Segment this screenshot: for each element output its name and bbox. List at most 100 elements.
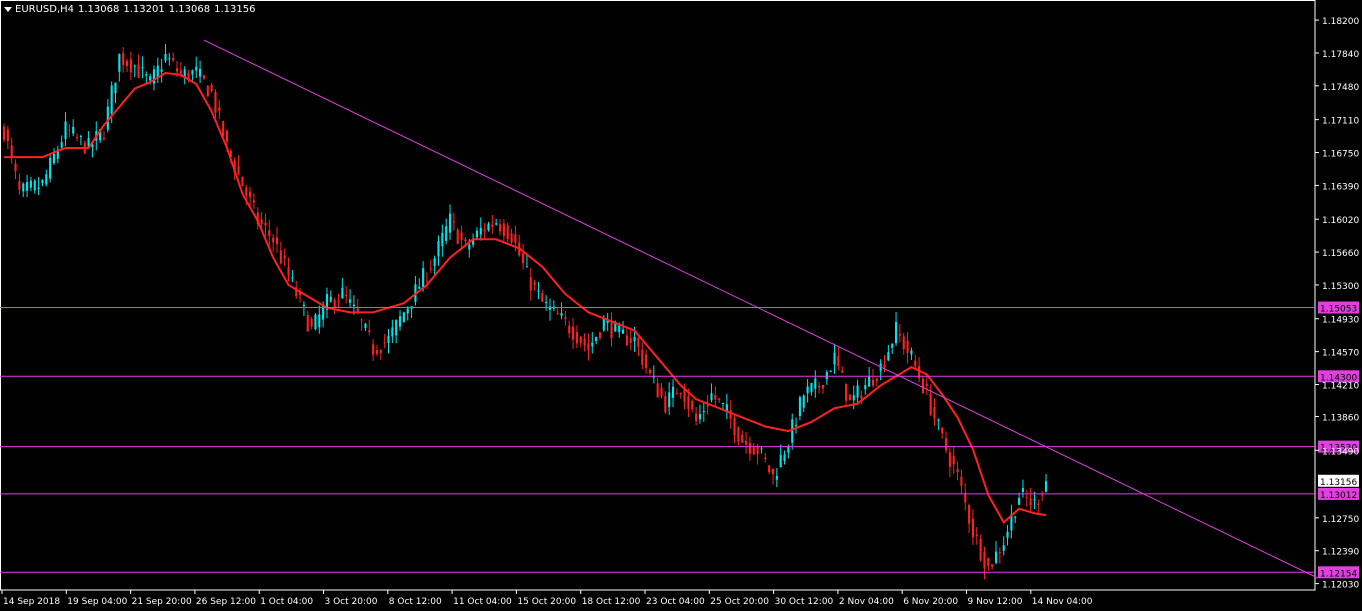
trendline[interactable] xyxy=(203,39,1319,579)
candle-body xyxy=(279,250,282,264)
candle-body xyxy=(894,322,898,344)
y-tick-label: 1.17480 xyxy=(1322,83,1359,93)
candle-body xyxy=(314,314,317,330)
candle-body xyxy=(948,452,951,467)
candle-body xyxy=(537,290,540,292)
candle-body xyxy=(556,313,559,315)
candle-body xyxy=(695,413,698,422)
drawn-lines[interactable] xyxy=(0,39,1319,579)
candle-body xyxy=(856,385,859,398)
candle-body xyxy=(648,370,652,374)
candle-body xyxy=(422,268,425,288)
candle-body xyxy=(164,53,167,61)
candle-body xyxy=(375,350,379,354)
candle-body xyxy=(802,395,805,408)
candle-body xyxy=(887,352,890,361)
candle-body xyxy=(979,538,982,560)
candle-body xyxy=(925,383,928,387)
candle-body xyxy=(268,230,271,236)
candle-body xyxy=(491,224,494,227)
y-tick-label: 1.15300 xyxy=(1322,282,1359,292)
x-tick-label: 11 Oct 04:00 xyxy=(453,597,512,607)
candle-body xyxy=(372,344,375,355)
open-price: 1.13068 xyxy=(78,4,120,15)
candle-body xyxy=(175,68,179,72)
candle-body xyxy=(868,376,871,387)
candle-body xyxy=(179,70,182,74)
candle-body xyxy=(195,66,198,71)
candle-body xyxy=(664,395,667,413)
candle-body xyxy=(429,268,432,270)
candle-body xyxy=(1025,497,1028,499)
candle-body xyxy=(960,476,963,486)
candle-body xyxy=(29,180,32,188)
candle-body xyxy=(548,306,552,310)
y-tick-label: 1.17110 xyxy=(1322,117,1359,127)
candle-body xyxy=(975,534,978,536)
candle-body xyxy=(306,315,309,332)
y-tick-label: 1.16390 xyxy=(1322,182,1359,192)
candle-body xyxy=(68,129,71,131)
candle-body xyxy=(971,518,974,538)
candle-body xyxy=(968,505,971,524)
candle-body xyxy=(510,233,513,243)
candle-body xyxy=(245,187,248,196)
candle-body xyxy=(406,308,409,314)
candle-body xyxy=(679,392,682,394)
candle-body xyxy=(425,280,429,282)
candle-body xyxy=(110,85,113,114)
symbol-label: EURUSD,H4 xyxy=(15,4,75,15)
x-tick-label: 8 Oct 12:00 xyxy=(389,597,442,607)
candle-body xyxy=(337,300,340,302)
candle-body xyxy=(487,224,490,231)
candle-body xyxy=(160,69,163,72)
candle-body xyxy=(775,475,778,480)
candle-body xyxy=(402,312,405,322)
candle-body xyxy=(841,370,844,373)
candle-body xyxy=(398,316,402,327)
candle-body xyxy=(768,465,771,473)
candle-body xyxy=(994,551,998,563)
candle-body xyxy=(145,74,148,76)
candle-body xyxy=(810,382,813,392)
candle-body xyxy=(468,244,471,250)
candle-body xyxy=(952,456,955,465)
candle-body xyxy=(625,335,628,346)
candle-body xyxy=(1044,481,1048,492)
candle-body xyxy=(464,239,467,242)
candle-body xyxy=(921,378,925,394)
candle-body xyxy=(218,107,221,111)
candle-body xyxy=(956,468,959,472)
candle-body xyxy=(191,70,194,75)
candle-body xyxy=(1041,494,1044,496)
candle-body xyxy=(944,438,948,451)
candle-body xyxy=(168,58,171,60)
candle-body xyxy=(1033,499,1036,501)
candle-body xyxy=(506,225,509,240)
candle-body xyxy=(149,76,152,81)
price-chart[interactable]: 1.150531.143001.135301.130121.121541.182… xyxy=(0,0,1362,611)
candle-body xyxy=(498,224,502,232)
candle-body xyxy=(941,427,944,434)
candle-body xyxy=(933,406,936,419)
candle-body xyxy=(845,383,848,401)
chart-header: EURUSD,H4 1.13068 1.13201 1.13068 1.13156 xyxy=(4,4,259,15)
candle-body xyxy=(818,385,821,388)
candle-body xyxy=(72,126,75,134)
level-price-label: 1.15053 xyxy=(1320,305,1357,315)
candle-body xyxy=(595,337,598,342)
candle-body xyxy=(602,318,605,331)
candle-body xyxy=(814,378,817,389)
level-price-label: 1.12154 xyxy=(1320,569,1357,579)
candle-body xyxy=(833,352,836,365)
low-price: 1.13068 xyxy=(168,4,211,15)
candle-body xyxy=(529,277,532,291)
dropdown-triangle-icon[interactable] xyxy=(4,6,12,12)
candle-body xyxy=(241,176,244,187)
candle-body xyxy=(914,360,917,367)
candle-body xyxy=(1014,516,1017,518)
candle-body xyxy=(618,325,621,332)
candle-body xyxy=(437,240,440,257)
candle-body xyxy=(545,301,548,304)
candle-body xyxy=(272,237,275,243)
